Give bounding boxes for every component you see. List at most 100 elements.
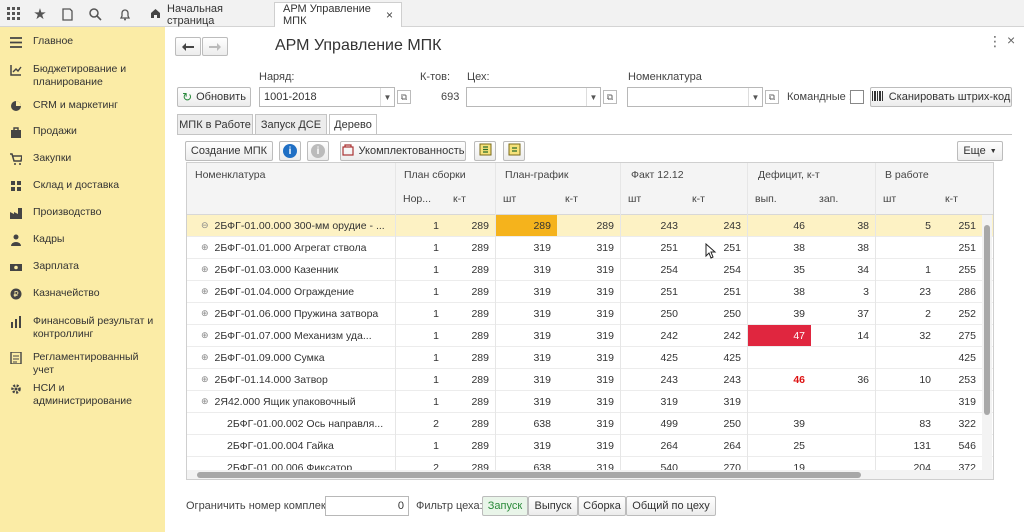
table-cell: 319 (596, 285, 614, 298)
sidebar-item-treasury[interactable]: ₽ Казначейство (0, 287, 165, 313)
sub-header[interactable]: вып. (755, 193, 777, 205)
sub-header[interactable]: шт (503, 193, 516, 205)
sub-header[interactable]: Нор... (403, 193, 431, 205)
table-row[interactable]: ⊕ 2БФГ-01.03.000 Казенник 1 289 319 319 254 254… (187, 259, 993, 281)
nomen-field[interactable]: ▼ (627, 87, 763, 107)
sidebar-item-nsi[interactable]: НСИ и администрирование (0, 382, 165, 408)
tree-collapse-button[interactable] (503, 141, 525, 161)
expand-icon[interactable]: ⊕ (201, 396, 209, 407)
horizontal-scrollbar[interactable] (187, 470, 993, 479)
info-disabled-button[interactable]: i (307, 141, 329, 161)
filter-launch-button[interactable]: Запуск (482, 496, 528, 516)
sub-header[interactable]: шт (883, 193, 896, 205)
sidebar-item-crm[interactable]: CRM и маркетинг (0, 99, 165, 125)
name-cell: ⊕ 2БФГ-01.07.000 Механизм уда... (201, 325, 391, 346)
col-header-deficit[interactable]: Дефицит, к-т (758, 169, 820, 181)
limit-field[interactable]: 0 (325, 496, 409, 516)
table-row[interactable]: ⊕ 2БФГ-01.07.000 Механизм уда... 1 289 319 31… (187, 325, 993, 347)
expand-icon[interactable]: ⊕ (201, 242, 209, 253)
table-row[interactable]: ⊕ 2БФГ-01.14.000 Затвор 1 289 319 319 243 243 46… (187, 369, 993, 391)
chevron-down-icon[interactable]: ▼ (586, 88, 600, 106)
chevron-down-icon[interactable]: ▼ (380, 88, 394, 106)
sidebar-item-finance[interactable]: Финансовый результат и контроллинг (0, 315, 165, 341)
tab-mpk-in-work[interactable]: МПК в Работе (177, 114, 253, 135)
expand-icon[interactable]: ⊕ (201, 352, 209, 363)
chevron-down-icon[interactable]: ▼ (748, 88, 762, 106)
search-icon[interactable] (86, 5, 104, 23)
expand-icon[interactable]: ⊕ (201, 330, 209, 341)
collapse-icon[interactable]: ⊖ (201, 220, 209, 231)
expand-icon[interactable]: ⊕ (201, 308, 209, 319)
forward-button[interactable] (202, 37, 228, 56)
expand-icon[interactable]: ⊕ (201, 374, 209, 385)
open-link-icon[interactable]: ⧉ (397, 90, 411, 104)
sub-header[interactable]: к-т (453, 193, 466, 205)
table-row[interactable]: ⊕ 2БФГ-01.09.000 Сумка 1 289 319 319 425 425 425 (187, 347, 993, 369)
table-row[interactable]: 2БФГ-01.00.004 Гайка 1 289 319 319 264 264 25 13… (187, 435, 993, 457)
tab-launch-dse[interactable]: Запуск ДСЕ (255, 114, 327, 135)
table-row[interactable]: 2БФГ-01.00.002 Ось направля... 2 289 638 319… (187, 413, 993, 435)
col-header-fakt[interactable]: Факт 12.12 (631, 169, 684, 181)
table-cell: 3 (863, 285, 869, 298)
sidebar-item-label: CRM и маркетинг (33, 99, 119, 111)
tab-close-icon[interactable]: × (386, 8, 393, 22)
table-row[interactable]: ⊕ 2БФГ-01.04.000 Ограждение 1 289 319 319 251 2… (187, 281, 993, 303)
completeness-button[interactable]: Укомплектованность (340, 141, 466, 161)
col-header-plan-sborki[interactable]: План сборки (404, 169, 466, 181)
col-header-name[interactable]: Номенклатура (195, 169, 265, 181)
sub-header[interactable]: к-т (565, 193, 578, 205)
tree-expand-button[interactable] (474, 141, 496, 161)
open-link-icon[interactable]: ⧉ (603, 90, 617, 104)
sidebar-item-warehouse[interactable]: Склад и доставка (0, 179, 165, 205)
sub-header[interactable]: шт (628, 193, 641, 205)
filter-release-button[interactable]: Выпуск (528, 496, 578, 516)
warehouse-icon (9, 179, 23, 193)
sub-header[interactable]: к-т (945, 193, 958, 205)
table-cell: 289 (471, 241, 489, 254)
sidebar-item-sales[interactable]: Продажи (0, 125, 165, 151)
col-header-plan-grafik[interactable]: План-график (505, 169, 568, 181)
expand-icon[interactable]: ⊕ (201, 264, 209, 275)
apps-grid-icon[interactable] (5, 5, 23, 23)
ceh-field[interactable]: ▼ (466, 87, 601, 107)
table-row[interactable]: ⊖ 2БФГ-01.00.000 300-мм орудие - ... 1 289 2… (187, 215, 993, 237)
filter-assembly-button[interactable]: Сборка (578, 496, 626, 516)
table-row[interactable]: ⊕ 2БФГ-01.06.000 Пружина затвора 1 289 319 31… (187, 303, 993, 325)
table-cell: 319 (533, 439, 551, 452)
sidebar-item-budget[interactable]: Бюджетирование и планирование (0, 63, 165, 89)
table-row[interactable]: ⊕ 2БФГ-01.01.000 Агрегат ствола 1 289 319 319… (187, 237, 993, 259)
sidebar-item-main[interactable]: Главное (0, 35, 165, 61)
tab-home[interactable]: Начальная страница (142, 2, 273, 27)
filter-total-button[interactable]: Общий по цеху (626, 496, 716, 516)
vertical-scrollbar[interactable] (982, 215, 992, 470)
create-mpk-button[interactable]: Создание МПК (185, 141, 273, 161)
sidebar-item-production[interactable]: Производство (0, 206, 165, 232)
bell-icon[interactable] (116, 5, 134, 23)
more-button[interactable]: Еще ▼ (957, 141, 1003, 161)
scan-barcode-button[interactable]: Сканировать штрих-код (870, 87, 1012, 107)
sub-header[interactable]: зап. (819, 193, 838, 205)
refresh-icon: ↻ (182, 90, 193, 104)
open-link-icon[interactable]: ⧉ (765, 90, 779, 104)
tab-tree[interactable]: Дерево (329, 114, 377, 135)
expand-icon[interactable]: ⊕ (201, 286, 209, 297)
refresh-button[interactable]: ↻ Обновить (177, 87, 251, 107)
command-checkbox[interactable] (850, 90, 864, 104)
scrollbar-thumb[interactable] (984, 225, 990, 415)
more-menu-icon[interactable]: ⋮ (988, 33, 1002, 50)
info-button[interactable]: i (279, 141, 301, 161)
sidebar-item-salary[interactable]: Зарплата (0, 260, 165, 286)
naryad-field[interactable]: 1001-2018 ▼ (259, 87, 395, 107)
close-window-icon[interactable]: × (1007, 32, 1015, 48)
sidebar-item-hr[interactable]: Кадры (0, 233, 165, 259)
tab-arm[interactable]: АРМ Управление МПК × (274, 2, 402, 27)
sidebar-item-purchases[interactable]: Закупки (0, 152, 165, 178)
hscrollbar-thumb[interactable] (197, 472, 861, 478)
col-header-v-rabote[interactable]: В работе (885, 169, 929, 181)
back-button[interactable] (175, 37, 201, 56)
history-icon[interactable] (58, 5, 76, 23)
table-row[interactable]: ⊕ 2Я42.000 Ящик упаковочный 1 289 319 319 319 3… (187, 391, 993, 413)
sub-header[interactable]: к-т (692, 193, 705, 205)
star-icon[interactable]: ★ (31, 5, 49, 23)
sidebar-item-regulated[interactable]: Регламентированный учет (0, 351, 165, 377)
